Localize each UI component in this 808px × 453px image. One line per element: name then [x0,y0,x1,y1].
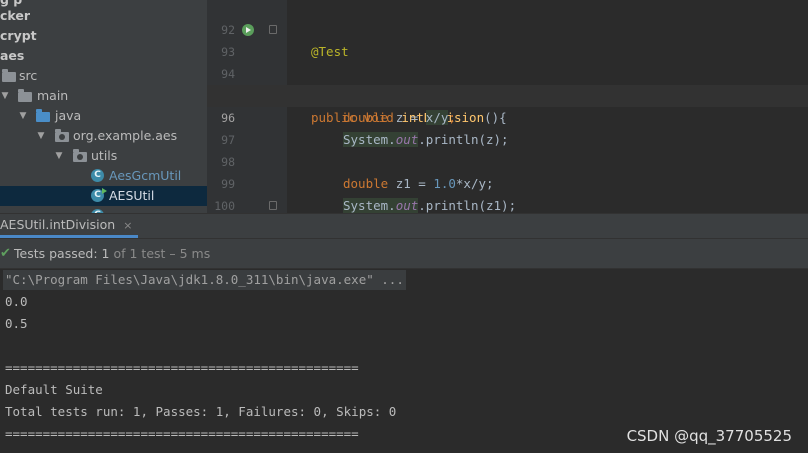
run-tab-bar: AESUtil.intDivision × [0,213,808,239]
console-command-line: "C:\Program Files\Java\jdk1.8.0_311\bin\… [3,270,406,290]
fold-icon[interactable] [269,201,277,210]
tree-item[interactable]: cker [0,6,207,26]
tree-item-label: aes [0,48,25,63]
code-line[interactable]: 101 } [207,195,808,213]
class-icon: C [91,169,104,182]
tree-item-src[interactable]: src [0,66,207,86]
tree-item-label: utils [91,148,118,163]
status-count: 1 [101,246,110,261]
tree-item[interactable]: C [0,206,207,213]
test-status-text: Tests passed: 1 of 1 test – 5 ms [14,239,210,268]
folder-icon [18,89,32,102]
console-line: Total tests run: 1, Passes: 1, Failures:… [5,404,397,419]
code-line[interactable]: 94 int x = 9,y=18; [207,41,808,103]
tree-item-java[interactable]: ▼ java [0,106,207,126]
close-icon[interactable]: × [123,219,132,232]
console-line: 0.0 [5,294,28,309]
tree-item-label: java [55,108,82,123]
chevron-down-icon[interactable]: ▼ [36,126,46,146]
code-editor[interactable]: 92 @Test 93 public void intDivision(){ 9… [207,0,808,213]
tree-item-label: cker [0,8,31,23]
tree-item-label: src [19,68,38,83]
console-line: Default Suite [5,382,103,397]
chevron-down-icon[interactable]: ▼ [0,86,10,106]
code-line[interactable]: 97 [207,107,808,147]
test-status-bar: ✔ Tests passed: 1 of 1 test – 5 ms [0,239,808,269]
tab-label: AESUtil.intDivision [0,217,116,232]
tree-item-label: org.example.aes [73,128,178,143]
tree-item-aesutil[interactable]: C AESUtil [0,186,207,206]
source-folder-icon [36,109,50,122]
folder-icon [2,69,16,82]
test-class-icon: C [91,188,107,202]
console-line: 0.5 [5,316,28,331]
chevron-down-icon[interactable]: ▼ [54,146,64,166]
tree-item-label: AESUtil [109,188,155,203]
fold-icon[interactable] [269,25,277,34]
package-icon [73,149,87,162]
chevron-down-icon[interactable]: ▼ [18,106,28,126]
tree-item-aesgcmutil[interactable]: C AesGcmUtil [0,166,207,186]
tab-run-configuration[interactable]: AESUtil.intDivision × [0,214,139,238]
console-line: ========================================… [5,426,359,441]
code-line[interactable]: 100 [207,173,808,213]
status-detail: of 1 test – 5 ms [113,246,211,261]
tree-item-label: AesGcmUtil [109,168,182,183]
status-label: Tests passed: [14,246,98,261]
project-tree: g p cker crypt aes src ▼ main ▼ java ▼ o… [0,0,207,213]
tree-item[interactable]: crypt [0,26,207,46]
code-line[interactable]: 98 double z1 = 1.0*x/y; [207,129,808,191]
tree-item-utils[interactable]: ▼ utils [0,146,207,166]
tree-item-label: main [37,88,69,103]
tree-item[interactable]: aes [0,46,207,66]
code-line[interactable]: 99 System.out.println(z1); [207,151,808,213]
tree-item-package[interactable]: ▼ org.example.aes [0,126,207,146]
tree-item-main[interactable]: ▼ main [0,86,207,106]
package-icon [55,129,69,142]
code-line[interactable]: 95 double z = x/y; [207,63,808,125]
code-line[interactable]: 92 @Test [207,0,808,59]
watermark: CSDN @qq_37705525 [626,427,792,445]
console-output[interactable]: "C:\Program Files\Java\jdk1.8.0_311\bin\… [0,269,808,453]
tree-item-label: crypt [0,28,37,43]
console-line: ========================================… [5,360,359,375]
check-icon: ✔ [0,246,11,261]
code-line[interactable]: 93 public void intDivision(){ [207,19,808,125]
code-line-current[interactable]: 96 System.out.println(z); [207,85,808,147]
run-test-icon[interactable] [242,24,254,36]
